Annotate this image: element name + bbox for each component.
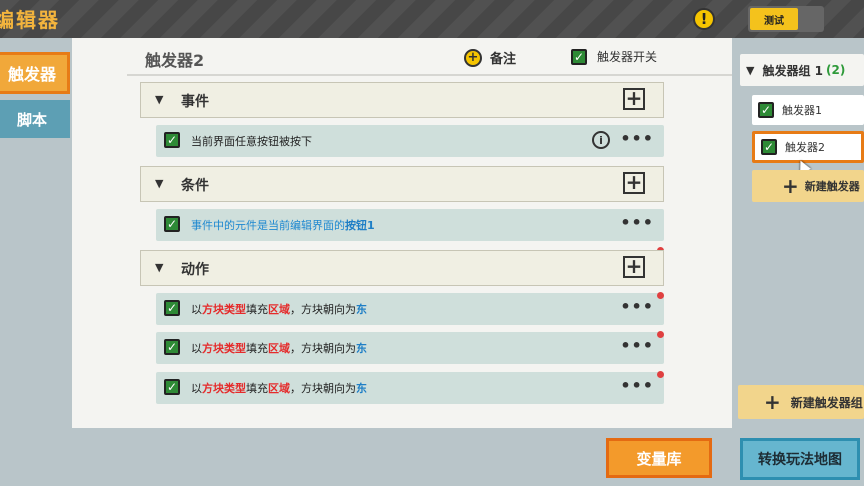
trigger-list-item[interactable]: ✓ 触发器1 [752, 95, 864, 125]
trigger-header: 触发器2 + 备注 ✓ 触发器开关 [127, 40, 737, 76]
row-checkbox[interactable]: ✓ [164, 216, 180, 232]
alert-dot [657, 292, 664, 299]
text-part: 填充 [246, 342, 268, 355]
action-row[interactable]: ✓ 以方块类型填充区域，方块朝向为东 ••• [156, 372, 664, 404]
text-param[interactable]: 东 [356, 342, 367, 355]
text-param[interactable]: 按钮1 [345, 219, 375, 232]
text-part: ，方块朝向为 [290, 303, 356, 316]
alert-dot [657, 371, 664, 378]
trigger-item-checkbox[interactable]: ✓ [758, 102, 774, 118]
text-param[interactable]: 区域 [268, 303, 290, 316]
note-button[interactable]: + 备注 [464, 48, 516, 67]
collapse-arrow-icon[interactable]: ▼ [155, 93, 163, 106]
section-label: 条件 [181, 178, 209, 194]
text-part: 填充 [246, 382, 268, 395]
test-toggle[interactable]: 测试 [748, 6, 824, 32]
text-part: ，方块朝向为 [290, 382, 356, 395]
text-param[interactable]: 东 [356, 303, 367, 316]
add-action-button[interactable]: + [623, 256, 645, 278]
text-param[interactable]: 区域 [268, 342, 290, 355]
add-condition-button[interactable]: + [623, 172, 645, 194]
tab-triggers[interactable]: 触发器 [0, 52, 70, 94]
variable-library-button[interactable]: 变量库 [606, 438, 712, 478]
row-text: 以方块类型填充区域，方块朝向为东 [191, 301, 367, 317]
event-row[interactable]: ✓ 当前界面任意按钮被按下 i ••• [156, 125, 664, 157]
row-text: 以方块类型填充区域，方块朝向为东 [191, 340, 367, 356]
text-param[interactable]: 方块类型 [202, 303, 246, 316]
new-group-label: 新建触发器组 [790, 395, 863, 410]
action-row[interactable]: ✓ 以方块类型填充区域，方块朝向为东 ••• [156, 293, 664, 325]
more-options-icon[interactable]: ••• [620, 213, 654, 232]
new-trigger-label: 新建触发器 [804, 180, 860, 193]
note-label: 备注 [490, 52, 517, 67]
section-condition[interactable]: ▼ 条件 + [140, 166, 664, 202]
alert-dot [657, 331, 664, 338]
more-options-icon[interactable]: ••• [620, 297, 654, 316]
page-title: 编辑器 [0, 8, 60, 32]
trigger-item-checkbox[interactable]: ✓ [761, 139, 777, 155]
group-count: (2) [826, 63, 846, 77]
section-action[interactable]: ▼ 动作 + [140, 250, 664, 286]
section-label: 事件 [181, 94, 209, 110]
row-checkbox[interactable]: ✓ [164, 379, 180, 395]
warning-icon[interactable]: ! [693, 8, 715, 30]
top-bar: 编辑器 ! 测试 [0, 0, 864, 38]
plus-icon: + [782, 174, 799, 198]
row-text: 以方块类型填充区域，方块朝向为东 [191, 380, 367, 396]
text-part: 以 [191, 342, 202, 355]
trigger-list-item-selected[interactable]: ✓ 触发器2 [752, 131, 864, 163]
row-checkbox[interactable]: ✓ [164, 300, 180, 316]
test-toggle-label: 测试 [750, 8, 798, 30]
left-tab-pane: 触发器 脚本 [0, 38, 72, 486]
condition-row[interactable]: ✓ 事件中的元件是当前编辑界面的按钮1 ••• [156, 209, 664, 241]
trigger-switch-label: 触发器开关 [597, 50, 658, 64]
text-part: ，方块朝向为 [290, 342, 356, 355]
convert-map-button[interactable]: 转换玩法地图 [740, 438, 860, 480]
add-event-button[interactable]: + [623, 88, 645, 110]
plus-circle-icon: + [464, 48, 482, 67]
trigger-item-label: 触发器2 [785, 141, 825, 154]
more-options-icon[interactable]: ••• [620, 376, 654, 395]
text-part: 事件中的元件是当前编辑界面的 [191, 219, 345, 232]
chevron-down-icon[interactable]: ▼ [746, 64, 754, 77]
text-part: 填充 [246, 303, 268, 316]
text-param[interactable]: 方块类型 [202, 342, 246, 355]
plus-icon: + [764, 390, 781, 414]
section-label: 动作 [181, 262, 209, 278]
group-name: 触发器组 1 [762, 63, 823, 78]
text-part: 以 [191, 303, 202, 316]
more-options-icon[interactable]: ••• [620, 336, 654, 355]
trigger-group-header[interactable]: ▼ 触发器组 1 (2) [740, 54, 864, 86]
new-trigger-group-button[interactable]: + 新建触发器组 [738, 385, 864, 419]
more-options-icon[interactable]: ••• [620, 129, 654, 148]
text-part: 以 [191, 382, 202, 395]
new-trigger-button[interactable]: + 新建触发器 [752, 170, 864, 202]
trigger-switch-checkbox[interactable]: ✓ [571, 48, 587, 65]
section-event[interactable]: ▼ 事件 + [140, 82, 664, 118]
info-icon[interactable]: i [592, 131, 610, 149]
trigger-switch[interactable]: ✓ 触发器开关 [571, 48, 657, 65]
tab-scripts[interactable]: 脚本 [0, 100, 70, 138]
row-checkbox[interactable]: ✓ [164, 132, 180, 148]
trigger-item-label: 触发器1 [782, 104, 822, 117]
text-param[interactable]: 区域 [268, 382, 290, 395]
collapse-arrow-icon[interactable]: ▼ [155, 261, 163, 274]
trigger-name: 触发器2 [145, 51, 205, 70]
action-row[interactable]: ✓ 以方块类型填充区域，方块朝向为东 ••• [156, 332, 664, 364]
row-text: 当前界面任意按钮被按下 [191, 135, 312, 148]
collapse-arrow-icon[interactable]: ▼ [155, 177, 163, 190]
text-param[interactable]: 方块类型 [202, 382, 246, 395]
text-param[interactable]: 东 [356, 382, 367, 395]
row-checkbox[interactable]: ✓ [164, 339, 180, 355]
row-text: 事件中的元件是当前编辑界面的按钮1 [191, 217, 375, 233]
